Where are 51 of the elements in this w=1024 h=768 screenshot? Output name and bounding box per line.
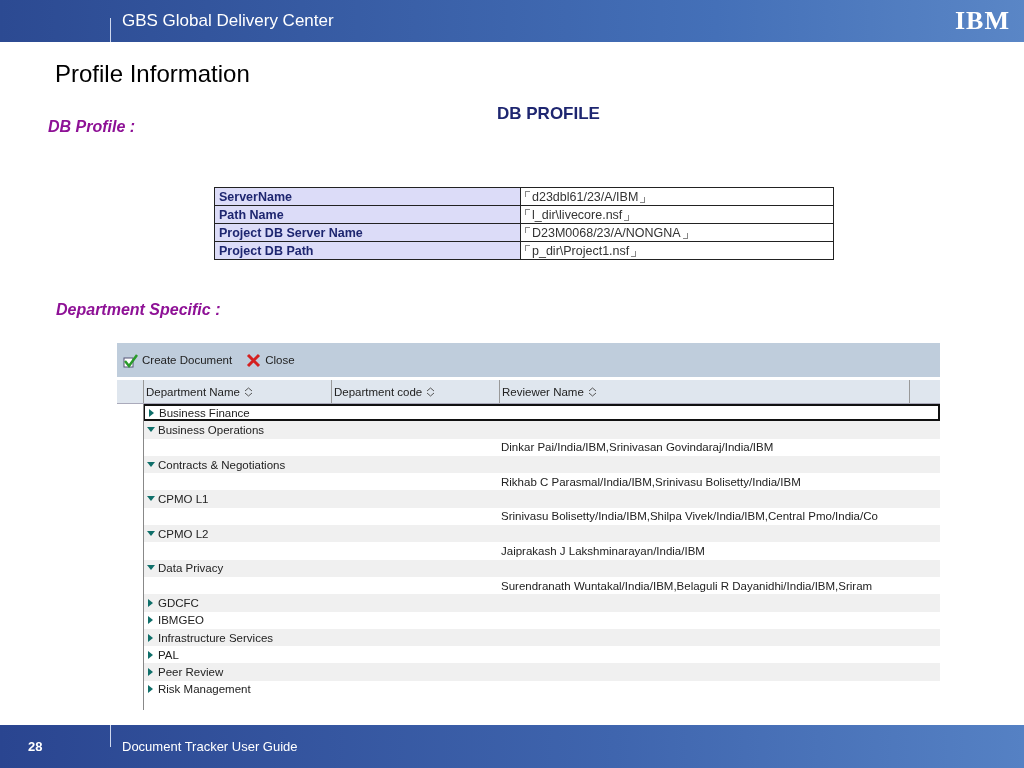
category-row[interactable]: Business Operations [144,421,940,439]
toolbar-button[interactable]: Create Document [123,352,233,368]
section-label: Department Specific : [56,301,221,319]
category-row[interactable]: CPMO L2 [144,525,940,543]
reviewer-cell: Rikhab C Parasmal/India/IBM,Srinivasu Bolisetty/India/IBM [501,475,801,488]
sort-icon [587,386,597,397]
field-bracket-icon [682,232,688,239]
category-row[interactable]: CPMO L1 [144,490,940,508]
field-bracket-icon [525,208,530,215]
category-row[interactable]: IBMGEO [144,611,940,629]
page-number: 28 [28,739,44,754]
category-row[interactable]: GDCFC [144,594,940,612]
expanded-triangle-icon [147,460,155,469]
field-bracket-icon [525,190,530,197]
column-header[interactable]: Department Name [144,380,332,403]
field-bracket-icon [525,244,530,251]
category-row[interactable]: Data Privacy [144,559,940,577]
column-header[interactable]: Reviewer Name [500,380,910,403]
field-text: l_dir\livecore.nsf [532,207,623,222]
column-header[interactable]: Department code [332,380,500,403]
expanded-triangle-icon [147,425,155,434]
category-row[interactable]: Infrastructure Services [144,628,940,647]
field-label: ServerName [214,187,521,206]
field-bracket-icon [525,226,530,233]
page-title: Profile Information [55,60,250,88]
sort-icon [426,386,436,397]
reviewer-cell: Dinkar Pai/India/IBM,Srinivasan Govindaraj/India/IBM [501,441,774,454]
checkmark-icon [123,352,138,368]
category-row[interactable]: PAL [144,646,940,664]
category-row[interactable]: Risk Management [144,680,940,699]
section-label: DB Profile : [48,118,136,136]
category-row[interactable]: Peer Review [144,663,940,681]
category-row[interactable]: Contracts & Negotiations [144,455,940,474]
profile-heading: DB PROFILE [497,104,600,124]
field-text: p_dir\Project1.nsf [532,243,630,258]
category-row[interactable]: Business Finance [144,404,940,422]
field-text: D23M0068/23/A/NONGNA [532,225,681,240]
header-title: GBS Global Delivery Center [122,11,334,31]
expanded-triangle-icon [147,529,155,538]
collapsed-triangle-icon [148,408,156,417]
field-bracket-icon [631,250,637,257]
toolbar-button[interactable]: Close [246,352,295,368]
footer-title: Document Tracker User Guide [122,739,298,754]
sort-icon [243,386,253,397]
close-icon [246,352,262,368]
reviewer-cell: Surendranath Wuntakal/India/IBM,Belaguli R Dayanidhi/India/IBM,Sriram [501,579,873,592]
field-text: d23dbl61/23/A/IBM [532,189,639,204]
field-bracket-icon [624,214,630,221]
reviewer-cell: Srinivasu Bolisetty/India/IBM,Shilpa Vivek/India/IBM,Central Pmo/India/Co [501,510,878,523]
field-bracket-icon [640,196,646,203]
reviewer-cell: Jaiprakash J Lakshminarayan/India/IBM [501,545,705,557]
